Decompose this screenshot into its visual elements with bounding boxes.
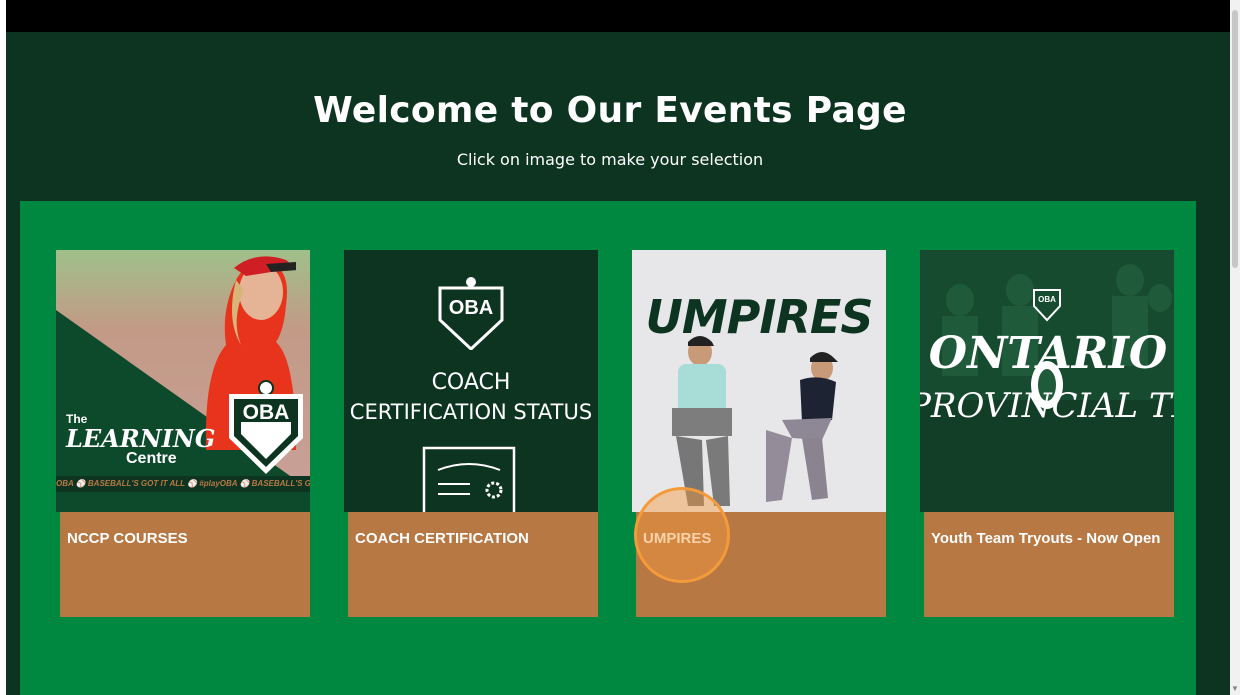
learning-text: LEARNING	[66, 424, 216, 453]
event-card-coach-certification[interactable]: OBA COACH CERTIFICATION STATUS COACH CER…	[344, 250, 598, 617]
centre-text: Centre	[126, 450, 177, 467]
oba-shield-icon: OBA	[229, 380, 303, 474]
youth-team-tryouts-image[interactable]: OBA ONTARIO PROVINCIAL TEAM	[920, 250, 1174, 512]
provincial-team-line: PROVINCIAL TEAM	[920, 386, 1174, 426]
card-label-box[interactable]: NCCP COURSES	[60, 512, 310, 617]
oba-shield-icon: OBA	[1033, 289, 1061, 322]
card-label-box[interactable]: Youth Team Tryouts - Now Open	[924, 512, 1174, 617]
page-subtitle: Click on image to make your selection	[456, 150, 764, 169]
certificate-icon	[422, 446, 516, 512]
event-card-youth-team-tryouts[interactable]: OBA ONTARIO PROVINCIAL TEAM Youth Team T…	[920, 250, 1174, 617]
badge-text: OBA	[243, 401, 290, 424]
logo-text: OBA	[449, 297, 493, 319]
umpire-figures	[672, 336, 838, 506]
cursor-click-indicator	[634, 487, 730, 583]
page-title: Welcome to Our Events Page	[313, 90, 907, 131]
events-page: Welcome to Our Events Page Click on imag…	[6, 32, 1230, 695]
card-label[interactable]: NCCP COURSES	[67, 530, 188, 547]
umpires-image[interactable]: UMPIRES	[632, 250, 886, 512]
nccp-courses-image[interactable]: OBA ⚾ BASEBALL'S GOT IT ALL ⚾ #playOBA ⚾…	[56, 250, 310, 512]
scrollbar-thumb[interactable]	[1232, 10, 1238, 268]
card-label-box[interactable]: COACH CERTIFICATION	[348, 512, 598, 617]
ribbon-text: OBA ⚾ BASEBALL'S GOT IT ALL ⚾ #playOBA ⚾…	[56, 476, 310, 492]
ontario-line: ONTARIO	[928, 328, 1168, 379]
certification-status-line: CERTIFICATION STATUS	[349, 400, 593, 424]
card-label[interactable]: Youth Team Tryouts - Now Open	[931, 530, 1160, 547]
card-label[interactable]: COACH CERTIFICATION	[355, 530, 529, 547]
events-panel: OBA ⚾ BASEBALL'S GOT IT ALL ⚾ #playOBA ⚾…	[20, 201, 1196, 695]
scroll-down-icon[interactable]: ▼	[1231, 684, 1239, 694]
oba-shield-icon: OBA	[438, 277, 504, 350]
event-card-nccp-courses[interactable]: OBA ⚾ BASEBALL'S GOT IT ALL ⚾ #playOBA ⚾…	[56, 250, 310, 617]
coach-certification-image[interactable]: OBA COACH CERTIFICATION STATUS	[344, 250, 598, 512]
coach-line: COACH	[431, 370, 511, 395]
mini-logo-text: OBA	[1038, 295, 1056, 304]
